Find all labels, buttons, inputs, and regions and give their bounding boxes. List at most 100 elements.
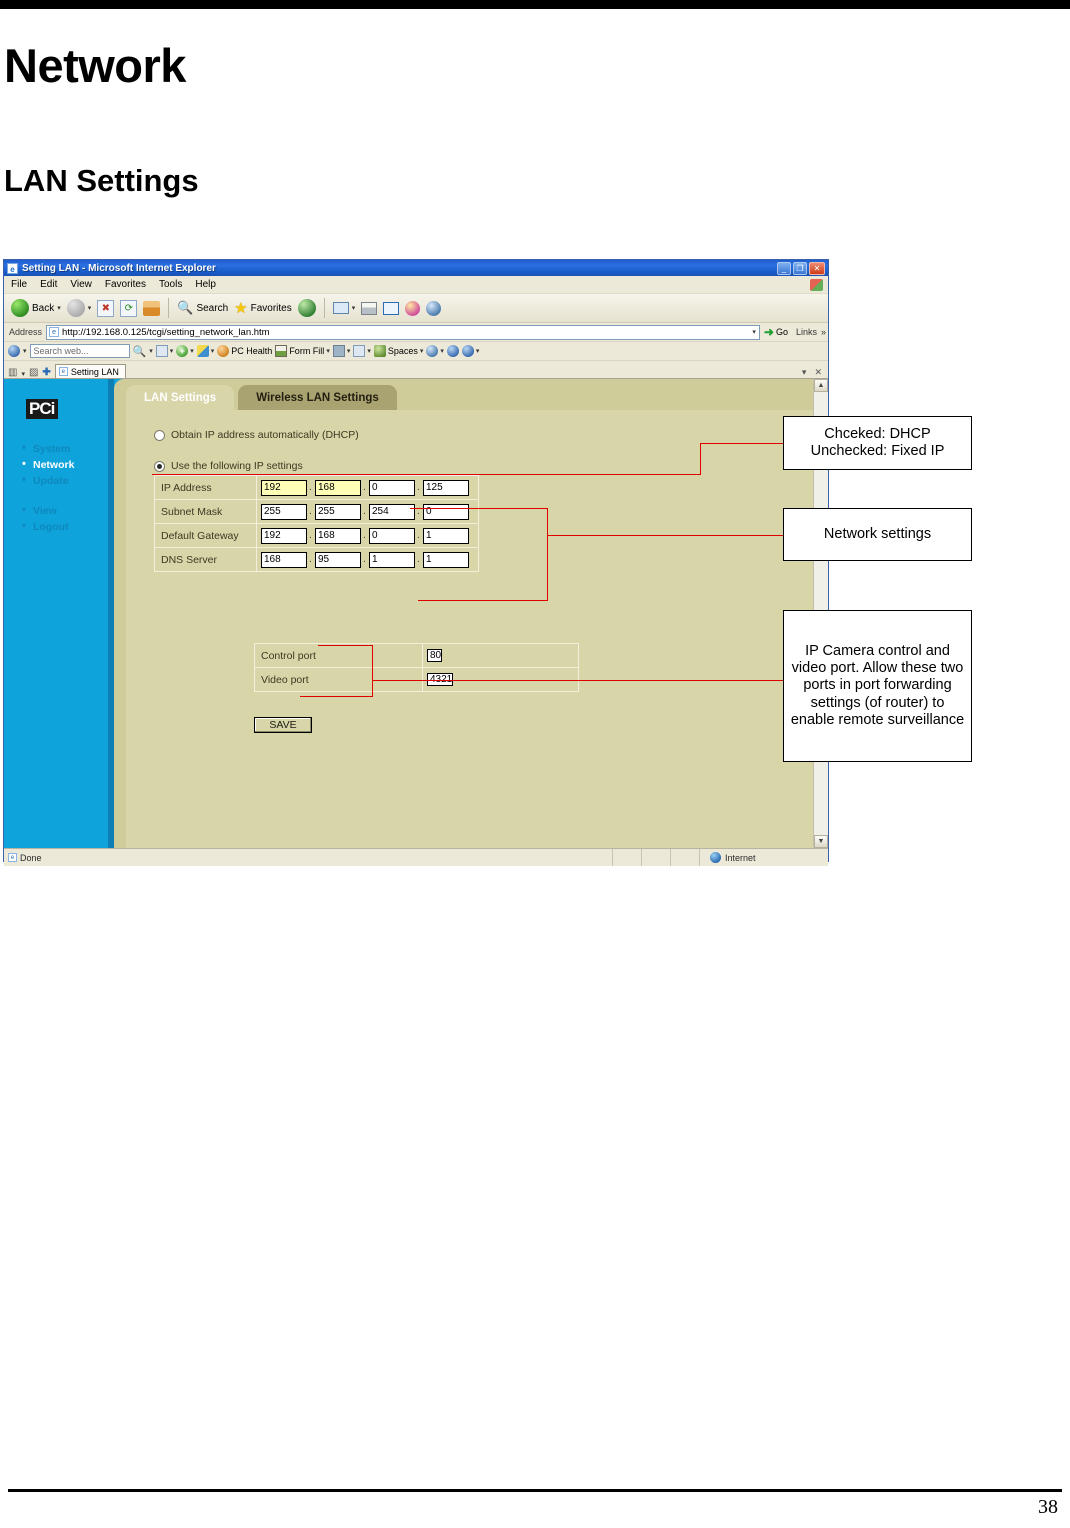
tab-lan-settings[interactable]: LAN Settings [126, 385, 235, 410]
control-port-input[interactable]: 80 [427, 648, 443, 662]
sidebar-item-update[interactable]: Update [22, 473, 74, 489]
mail-button[interactable]: ▾ [330, 302, 359, 314]
mail-dropdown-caret-icon[interactable]: ▾ [352, 304, 356, 312]
back-button[interactable]: Back ▾ [8, 299, 64, 317]
form-fill-button[interactable]: Form Fill ▾ [275, 345, 330, 357]
stop-button[interactable]: ✖ [94, 299, 117, 317]
dns-server-octet-1[interactable]: 168 [261, 551, 307, 568]
search-caret-icon[interactable]: ▾ [149, 347, 153, 355]
toolbar-logo-caret-icon[interactable]: ▾ [23, 347, 27, 355]
help-caret-icon[interactable]: ▾ [476, 347, 480, 355]
address-dropdown-caret-icon[interactable]: ▾ [752, 328, 759, 336]
window-tools-caret-icon[interactable]: ▾ [367, 347, 371, 355]
menu-item-view[interactable]: View [70, 279, 92, 290]
search-submit-icon[interactable]: 🔍 [133, 345, 147, 358]
save-button[interactable]: SAVE [254, 717, 312, 733]
home-button[interactable] [140, 300, 163, 316]
settings-addon-button[interactable] [446, 345, 459, 357]
subnet-mask-octet-1[interactable]: 255 [261, 503, 307, 520]
forward-dropdown-caret-icon[interactable]: ▾ [88, 304, 92, 312]
add-button[interactable]: ▾ [176, 345, 194, 357]
radio-dhcp-indicator[interactable] [154, 429, 165, 441]
restore-button[interactable]: ❐ [793, 261, 807, 275]
video-port-input[interactable]: 4321 [427, 672, 454, 686]
links-button[interactable]: Links [796, 327, 817, 337]
rss-button[interactable]: ▾ [332, 345, 351, 357]
security-zone[interactable]: Internet [699, 849, 828, 866]
close-button[interactable]: ✕ [809, 261, 825, 275]
dns-server-octet-2[interactable]: 95 [315, 551, 361, 568]
subnet-mask-octet-3[interactable]: 254 [369, 503, 415, 520]
menu-item-help[interactable]: Help [195, 279, 216, 290]
back-dropdown-caret-icon[interactable]: ▾ [57, 304, 61, 312]
form-fill-caret-icon[interactable]: ▾ [326, 347, 330, 355]
default-gateway-octet-2[interactable]: 168 [315, 527, 361, 544]
default-gateway-octet-4[interactable]: 1 [423, 527, 469, 544]
scroll-up-icon[interactable]: ▲ [814, 379, 828, 392]
bookmarks-button[interactable]: ▾ [155, 345, 174, 357]
dns-server-octet-4[interactable]: 1 [423, 551, 469, 568]
ip-address-octet-2[interactable]: 168 [315, 479, 361, 496]
tab-list-caret-icon[interactable]: ▾ [802, 367, 807, 378]
messenger-button[interactable] [402, 300, 423, 316]
go-button[interactable]: ➜ Go [764, 325, 788, 339]
subnet-mask-octet-2[interactable]: 255 [315, 503, 361, 520]
contacts-button[interactable] [423, 300, 444, 316]
tab-groups-caret-icon[interactable]: ▾ [21, 370, 25, 378]
window-tools-button[interactable]: ▾ [353, 345, 371, 357]
tab-groups-icon[interactable]: ▥ [8, 367, 17, 378]
tab-wireless-lan-settings[interactable]: Wireless LAN Settings [238, 385, 397, 410]
ip-address-octet-1[interactable]: 192 [261, 479, 307, 496]
spaces-button[interactable]: Spaces ▾ [373, 345, 424, 357]
contacts-caret-icon[interactable]: ▾ [440, 347, 444, 355]
menu-bar: File Edit View Favorites Tools Help [4, 276, 828, 294]
ip-address-octet-3[interactable]: 0 [369, 479, 415, 496]
sidebar-item-system[interactable]: System [22, 441, 74, 457]
default-gateway-octet-1[interactable]: 192 [261, 527, 307, 544]
favorites-button[interactable]: ★ Favorites [231, 299, 295, 317]
default-gateway-octet-3[interactable]: 0 [369, 527, 415, 544]
media-button[interactable] [295, 299, 319, 317]
refresh-button[interactable]: ⟳ [117, 299, 140, 317]
rss-caret-icon[interactable]: ▾ [347, 347, 351, 355]
subnet-mask-octet-4[interactable]: 0 [423, 503, 469, 520]
port-settings-table: Control port 80 Video port 4321 [254, 643, 579, 692]
edit-button[interactable] [380, 301, 402, 315]
add-caret-icon[interactable]: ▾ [190, 347, 194, 355]
radio-static-ip[interactable]: Use the following IP settings [154, 460, 303, 472]
menu-item-edit[interactable]: Edit [40, 279, 57, 290]
search-button[interactable]: 🔍 Search [174, 300, 231, 316]
highlight-caret-icon[interactable]: ▾ [211, 347, 215, 355]
spaces-caret-icon[interactable]: ▾ [420, 347, 424, 355]
row-label-subnet-mask: Subnet Mask [155, 500, 257, 523]
help-addon-button[interactable]: ▾ [461, 345, 480, 357]
status-segments: Internet [612, 849, 828, 866]
dns-server-octet-3[interactable]: 1 [369, 551, 415, 568]
address-input[interactable]: e http://192.168.0.125/tcgi/setting_netw… [46, 324, 760, 340]
radio-dhcp[interactable]: Obtain IP address automatically (DHCP) [154, 429, 359, 441]
menu-item-tools[interactable]: Tools [159, 279, 182, 290]
toolbar-overflow-chevron-icon[interactable]: » [821, 327, 826, 337]
forward-button[interactable]: ▾ [64, 299, 95, 317]
print-button[interactable] [358, 301, 380, 315]
annotation-bracket-ports-top [318, 645, 373, 646]
menu-item-favorites[interactable]: Favorites [105, 279, 146, 290]
sidebar-item-logout[interactable]: Logout [22, 519, 74, 535]
radio-static-ip-indicator[interactable] [154, 460, 165, 472]
menu-item-file[interactable]: File [11, 279, 27, 290]
bookmarks-caret-icon[interactable]: ▾ [170, 347, 174, 355]
minimize-button[interactable]: _ [777, 261, 791, 275]
tab-close-icon[interactable]: ✕ [814, 367, 822, 378]
pc-health-button[interactable]: PC Health [217, 345, 272, 357]
highlight-button[interactable]: ▾ [196, 345, 215, 357]
back-arrow-icon [11, 299, 29, 317]
new-tab-icon[interactable]: ✚ [42, 367, 50, 378]
browser-tab[interactable]: e Setting LAN [54, 364, 126, 378]
search-input[interactable]: Search web... [29, 344, 130, 358]
sidebar-item-view[interactable]: View [22, 503, 74, 519]
ip-address-octet-4[interactable]: 125 [423, 479, 469, 496]
contacts-addon-button[interactable]: ▾ [426, 345, 444, 357]
tab-quick-tabs-icon[interactable]: ▨ [29, 367, 38, 378]
scroll-down-icon[interactable]: ▼ [814, 835, 828, 848]
sidebar-item-network[interactable]: Network [22, 457, 74, 473]
